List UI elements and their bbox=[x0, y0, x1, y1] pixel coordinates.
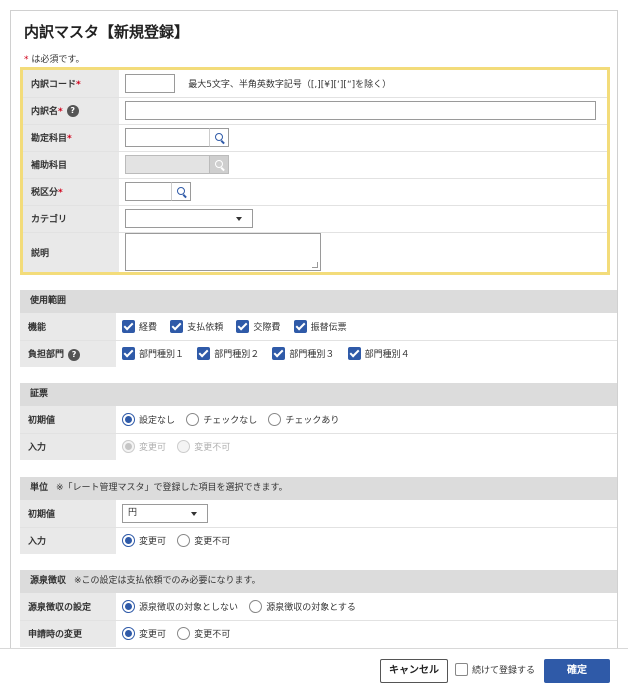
row-withholding-setting: 源泉徴収の設定 源泉徴収の対象としない 源泉徴収の対象とする bbox=[20, 593, 617, 621]
required-mark: * bbox=[67, 134, 72, 144]
row-unit-input: 入力 変更可 変更不可 bbox=[20, 527, 617, 554]
tax-search-button[interactable] bbox=[171, 182, 191, 201]
withholding-note: ※この設定は支払依頼でのみ必要になります。 bbox=[74, 576, 261, 586]
resize-handle-icon[interactable] bbox=[312, 262, 318, 269]
row-name: 内訳名*? bbox=[23, 97, 607, 125]
chevron-down-icon bbox=[191, 511, 197, 516]
label-category: カテゴリ bbox=[23, 205, 119, 233]
required-mark: * bbox=[24, 55, 29, 65]
checkbox-function-0[interactable]: 経費 bbox=[122, 319, 157, 333]
row-category: カテゴリ bbox=[23, 205, 607, 233]
checkbox-function-1[interactable]: 支払依頼 bbox=[170, 319, 223, 333]
row-function: 機能 経費 支払依頼 交際費 振替伝票 bbox=[20, 313, 617, 341]
label-unit-input: 入力 bbox=[20, 527, 116, 554]
radio-receipt-none[interactable]: 設定なし bbox=[122, 412, 175, 426]
row-withholding-change: 申請時の変更 変更可 変更不可 bbox=[20, 620, 617, 647]
form-container: 内訳マスタ【新規登録】 * は必須です。 内訳コード* 最大5文字、半角英数字記… bbox=[10, 10, 618, 694]
basic-info-section: 内訳コード* 最大5文字、半角英数字記号（[,][¥][‘][“]を除く） 内訳… bbox=[20, 67, 610, 275]
unit-note: ※「レート管理マスタ」で登録した項目を選択できます。 bbox=[56, 483, 288, 493]
receipt-header: 証票 bbox=[20, 383, 617, 406]
row-tax: 税区分* bbox=[23, 178, 607, 206]
checkbox-icon[interactable] bbox=[455, 663, 468, 676]
radio-receipt-unchecked[interactable]: チェックなし bbox=[186, 412, 257, 426]
label-name: 内訳名*? bbox=[23, 97, 119, 125]
checkbox-dept-1[interactable]: 部門種別２ bbox=[197, 347, 259, 361]
label-tax: 税区分* bbox=[23, 178, 119, 206]
sub-account-search-button bbox=[209, 155, 229, 174]
account-input[interactable] bbox=[125, 128, 210, 147]
radio-unit-changeable[interactable]: 変更可 bbox=[122, 534, 166, 548]
footer-bar: キャンセル 続けて登録する 確定 bbox=[0, 648, 628, 694]
label-unit-initial: 初期値 bbox=[20, 500, 116, 528]
row-account: 勘定科目* bbox=[23, 124, 607, 152]
radio-receipt-changeable: 変更可 bbox=[122, 440, 166, 454]
required-mark: * bbox=[58, 106, 63, 117]
radio-receipt-fixed: 変更不可 bbox=[177, 440, 230, 454]
usage-section: 使用範囲 機能 経費 支払依頼 交際費 振替伝票 負担部門? 部門種別１ 部門種… bbox=[20, 290, 617, 367]
required-note: * は必須です。 bbox=[24, 55, 85, 65]
checkbox-function-2[interactable]: 交際費 bbox=[236, 319, 280, 333]
label-receipt-initial: 初期値 bbox=[20, 406, 116, 434]
category-select[interactable] bbox=[125, 209, 253, 228]
unit-section: 単位 ※「レート管理マスタ」で登録した項目を選択できます。 初期値 円 入力 変更… bbox=[20, 477, 617, 554]
radio-withholding-target[interactable]: 源泉徴収の対象とする bbox=[249, 599, 356, 613]
help-icon[interactable]: ? bbox=[68, 348, 81, 361]
code-hint: 最大5文字、半角英数字記号（[,][¥][‘][“]を除く） bbox=[188, 79, 392, 90]
unit-select[interactable]: 円 bbox=[122, 503, 208, 523]
label-function: 機能 bbox=[20, 313, 116, 341]
receipt-section: 証票 初期値 設定なし チェックなし チェックあり 入力 変更可 変更不可 bbox=[20, 383, 617, 460]
page-title: 内訳マスタ【新規登録】 bbox=[24, 23, 190, 41]
label-description: 説明 bbox=[23, 232, 119, 272]
radio-withholding-fixed[interactable]: 変更不可 bbox=[177, 627, 230, 641]
checkbox-function-3[interactable]: 振替伝票 bbox=[293, 319, 347, 333]
radio-withholding-changeable[interactable]: 変更可 bbox=[122, 627, 166, 641]
row-description: 説明 bbox=[23, 232, 607, 272]
search-icon bbox=[177, 187, 185, 195]
label-code: 内訳コード* bbox=[23, 70, 119, 98]
label-account: 勘定科目* bbox=[23, 124, 119, 152]
help-icon[interactable]: ? bbox=[66, 105, 79, 118]
cancel-button[interactable]: キャンセル bbox=[380, 659, 448, 683]
label-sub-account: 補助科目 bbox=[23, 151, 119, 179]
row-unit-initial: 初期値 円 bbox=[20, 500, 617, 528]
checkbox-dept-0[interactable]: 部門種別１ bbox=[122, 347, 184, 361]
basic-info-table: 内訳コード* 最大5文字、半角英数字記号（[,][¥][‘][“]を除く） 内訳… bbox=[23, 70, 607, 272]
withholding-header: 源泉徴収 ※この設定は支払依頼でのみ必要になります。 bbox=[20, 570, 617, 593]
row-dept: 負担部門? 部門種別１ 部門種別２ 部門種別３ 部門種別４ bbox=[20, 340, 617, 367]
chevron-down-icon bbox=[236, 217, 242, 221]
label-receipt-input: 入力 bbox=[20, 433, 116, 460]
usage-header: 使用範囲 bbox=[20, 290, 617, 313]
required-mark: * bbox=[76, 79, 81, 90]
row-sub-account: 補助科目 bbox=[23, 151, 607, 179]
name-input[interactable] bbox=[125, 101, 596, 120]
unit-header: 単位 ※「レート管理マスタ」で登録した項目を選択できます。 bbox=[20, 477, 617, 500]
label-dept: 負担部門? bbox=[20, 340, 116, 367]
checkbox-dept-3[interactable]: 部門種別４ bbox=[347, 347, 410, 361]
code-input[interactable] bbox=[125, 73, 175, 93]
checkbox-dept-2[interactable]: 部門種別３ bbox=[272, 347, 334, 361]
account-search-button[interactable] bbox=[209, 128, 229, 147]
search-icon bbox=[215, 160, 223, 168]
radio-unit-fixed[interactable]: 変更不可 bbox=[177, 534, 230, 548]
withholding-section: 源泉徴収 ※この設定は支払依頼でのみ必要になります。 源泉徴収の設定 源泉徴収の対… bbox=[20, 570, 617, 647]
tax-input[interactable] bbox=[125, 182, 172, 201]
radio-withholding-exempt[interactable]: 源泉徴収の対象としない bbox=[122, 599, 238, 613]
label-withholding-change: 申請時の変更 bbox=[20, 620, 116, 647]
required-mark: * bbox=[58, 188, 63, 198]
description-textarea[interactable] bbox=[125, 233, 321, 272]
confirm-button[interactable]: 確定 bbox=[544, 659, 610, 683]
row-receipt-input: 入力 変更可 変更不可 bbox=[20, 433, 617, 460]
label-withholding-setting: 源泉徴収の設定 bbox=[20, 593, 116, 621]
radio-receipt-checked[interactable]: チェックあり bbox=[268, 412, 339, 426]
continue-register-checkbox[interactable]: 続けて登録する bbox=[455, 663, 535, 676]
row-code: 内訳コード* 最大5文字、半角英数字記号（[,][¥][‘][“]を除く） bbox=[23, 70, 607, 98]
row-receipt-initial: 初期値 設定なし チェックなし チェックあり bbox=[20, 406, 617, 434]
sub-account-input bbox=[125, 155, 210, 174]
search-icon bbox=[215, 133, 223, 141]
